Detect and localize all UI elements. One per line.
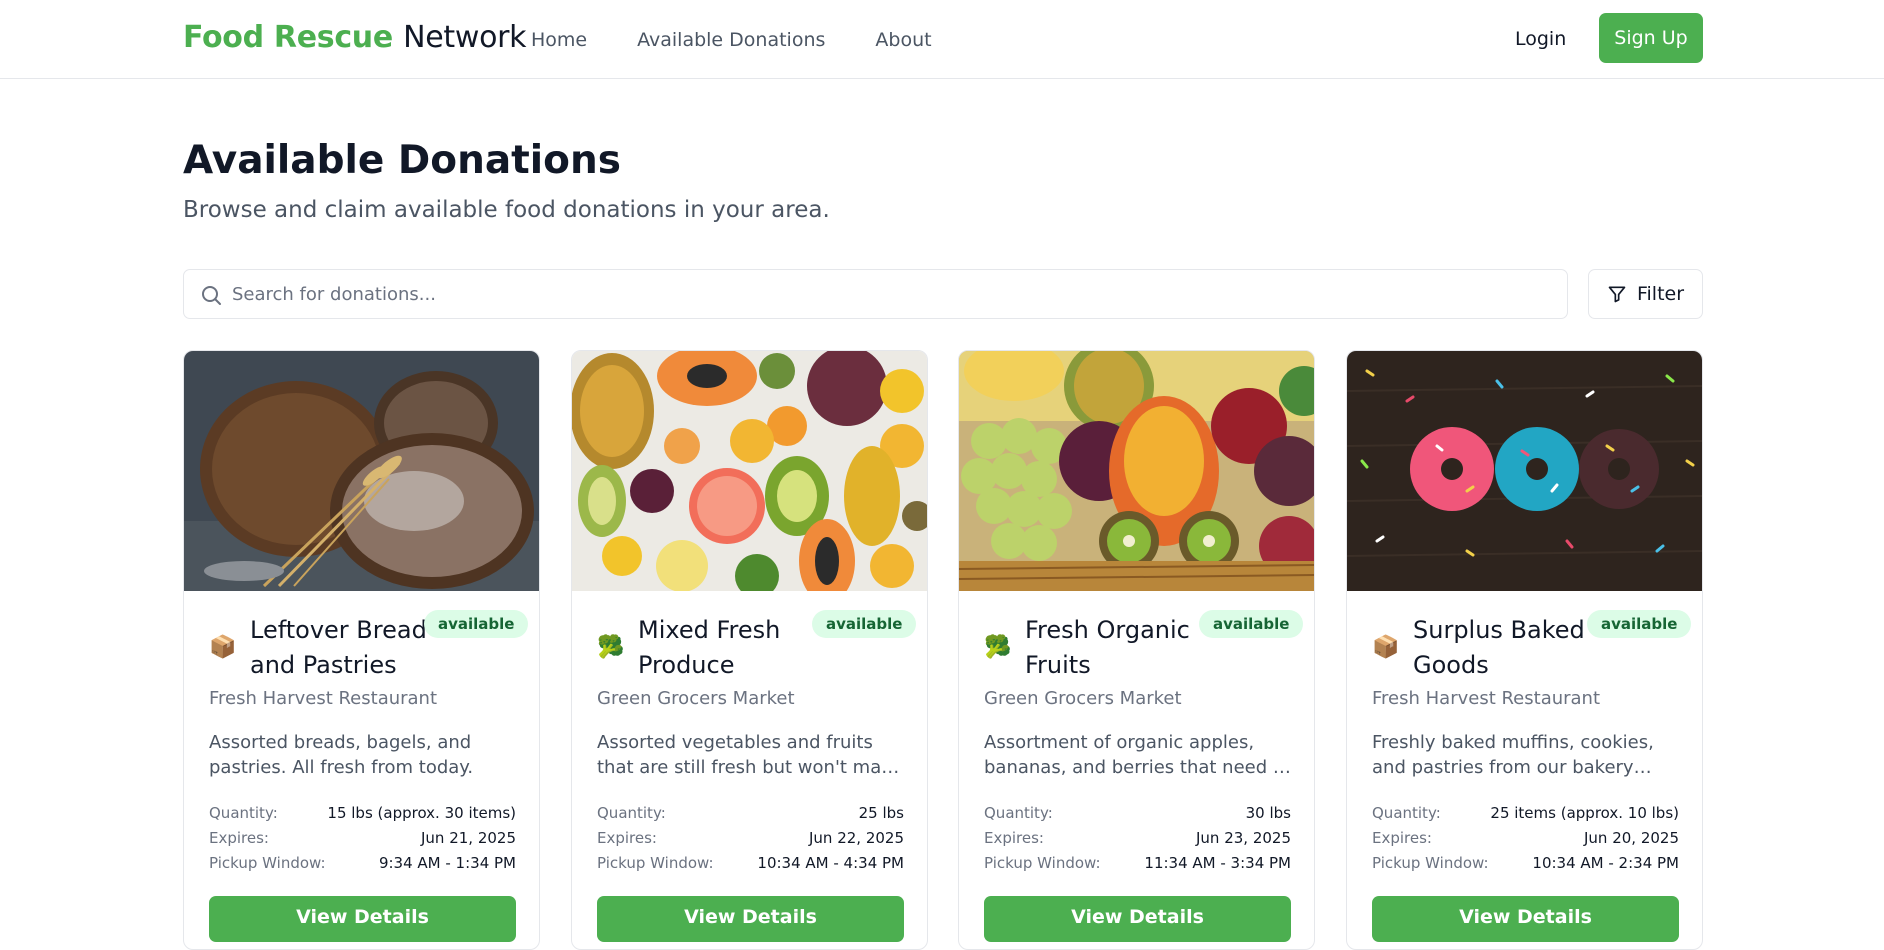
page-subtitle: Browse and claim available food donation… xyxy=(183,197,830,223)
quantity-row: Quantity: 25 items (approx. 10 lbs) xyxy=(1372,800,1679,825)
package-icon: 📦 xyxy=(209,635,237,660)
card-description: Assorted breads, bagels, and pastries. A… xyxy=(209,730,519,780)
view-details-button[interactable]: View Details xyxy=(209,896,516,942)
expires-value: Jun 20, 2025 xyxy=(1583,828,1679,847)
broccoli-icon: 🥦 xyxy=(984,635,1012,660)
donation-card[interactable]: 🥦 Fresh Organic Fruits available Green G… xyxy=(958,350,1315,950)
search-input[interactable] xyxy=(232,270,1552,318)
expires-row: Expires: Jun 23, 2025 xyxy=(984,825,1291,850)
page-title: Available Donations xyxy=(183,138,621,183)
card-description-text: Freshly baked muffins, cookies, and past… xyxy=(1372,732,1654,778)
pickup-value: 11:34 AM - 3:34 PM xyxy=(1144,853,1291,872)
expires-label: Expires: xyxy=(597,828,657,847)
status-badge: available xyxy=(812,610,917,638)
card-details: Quantity: 15 lbs (approx. 30 items) Expir… xyxy=(209,800,516,875)
filter-button[interactable]: Filter xyxy=(1588,269,1703,319)
card-description-text: Assorted breads, bagels, and pastries. A… xyxy=(209,732,474,778)
card-organization: Fresh Harvest Restaurant xyxy=(1372,688,1601,709)
card-details: Quantity: 25 items (approx. 10 lbs) Expir… xyxy=(1372,800,1679,875)
donation-card[interactable]: 🥦 Mixed Fresh Produce available Green Gr… xyxy=(571,350,928,950)
card-organization: Fresh Harvest Restaurant xyxy=(209,688,438,709)
expires-row: Expires: Jun 22, 2025 xyxy=(597,825,904,850)
pickup-value: 9:34 AM - 1:34 PM xyxy=(378,853,516,872)
nav-about[interactable]: About xyxy=(875,29,931,51)
quantity-value: 25 items (approx. 10 lbs) xyxy=(1490,803,1679,822)
expires-value: Jun 23, 2025 xyxy=(1195,828,1291,847)
pickup-value: 10:34 AM - 4:34 PM xyxy=(757,853,904,872)
expires-label: Expires: xyxy=(209,828,269,847)
card-description-text: Assortment of organic apples, bananas, a… xyxy=(984,732,1291,778)
search-icon xyxy=(202,286,221,305)
quantity-row: Quantity: 30 lbs xyxy=(984,800,1291,825)
quantity-label: Quantity: xyxy=(984,803,1053,822)
pickup-row: Pickup Window: 10:34 AM - 2:34 PM xyxy=(1372,850,1679,875)
donation-card[interactable]: 📦 Surplus Baked Goods available Fresh Ha… xyxy=(1346,350,1703,950)
package-icon: 📦 xyxy=(1372,635,1400,660)
quantity-value: 30 lbs xyxy=(1245,803,1291,822)
pickup-row: Pickup Window: 10:34 AM - 4:34 PM xyxy=(597,850,904,875)
card-title: Mixed Fresh Produce xyxy=(638,616,781,679)
view-details-button[interactable]: View Details xyxy=(1372,896,1679,942)
pickup-label: Pickup Window: xyxy=(597,853,714,872)
expires-row: Expires: Jun 21, 2025 xyxy=(209,825,516,850)
expires-label: Expires: xyxy=(984,828,1044,847)
status-badge: available xyxy=(424,610,529,638)
expires-value: Jun 21, 2025 xyxy=(420,828,516,847)
pickup-label: Pickup Window: xyxy=(209,853,326,872)
filter-icon xyxy=(1608,286,1626,303)
login-button[interactable]: Login xyxy=(1493,24,1588,54)
card-organization: Green Grocers Market xyxy=(597,688,795,709)
pickup-row: Pickup Window: 9:34 AM - 1:34 PM xyxy=(209,850,516,875)
brand-name-primary: Food Rescue xyxy=(183,20,393,55)
search-bar xyxy=(183,269,1568,319)
pickup-value: 10:34 AM - 2:34 PM xyxy=(1532,853,1679,872)
card-title: Surplus Baked Goods xyxy=(1413,616,1585,679)
signup-button[interactable]: Sign Up xyxy=(1599,13,1703,63)
bread-loaves-image xyxy=(184,351,539,591)
card-description-text: Assorted vegetables and fruits that are … xyxy=(597,732,903,778)
donuts-image xyxy=(1347,351,1702,591)
donation-card[interactable]: 📦 Leftover Bread and Pastries available … xyxy=(183,350,540,950)
filter-label: Filter xyxy=(1636,283,1685,305)
quantity-value: 15 lbs (approx. 30 items) xyxy=(327,803,516,822)
status-badge: available xyxy=(1587,610,1692,638)
card-description: Assorted vegetables and fruits that are … xyxy=(597,730,907,780)
card-description: Assortment of organic apples, bananas, a… xyxy=(984,730,1294,780)
nav-available-donations[interactable]: Available Donations xyxy=(637,29,825,51)
card-organization: Green Grocers Market xyxy=(984,688,1182,709)
brand-logo[interactable]: Food Rescue Network xyxy=(183,20,527,55)
status-badge: available xyxy=(1199,610,1304,638)
main-nav: Home Available Donations About xyxy=(531,29,982,51)
card-title: Fresh Organic Fruits xyxy=(1025,616,1190,679)
expires-label: Expires: xyxy=(1372,828,1432,847)
top-navbar: Food Rescue Network Home Available Donat… xyxy=(0,0,1884,79)
card-title: Leftover Bread and Pastries xyxy=(250,616,427,679)
quantity-label: Quantity: xyxy=(597,803,666,822)
quantity-value: 25 lbs xyxy=(858,803,904,822)
nav-home[interactable]: Home xyxy=(531,29,587,51)
expires-row: Expires: Jun 20, 2025 xyxy=(1372,825,1679,850)
card-details: Quantity: 25 lbs Expires: Jun 22, 2025 Pic… xyxy=(597,800,904,875)
card-details: Quantity: 30 lbs Expires: Jun 23, 2025 Pic… xyxy=(984,800,1291,875)
pickup-row: Pickup Window: 11:34 AM - 3:34 PM xyxy=(984,850,1291,875)
pickup-label: Pickup Window: xyxy=(984,853,1101,872)
view-details-button[interactable]: View Details xyxy=(597,896,904,942)
expires-value: Jun 22, 2025 xyxy=(808,828,904,847)
view-details-button[interactable]: View Details xyxy=(984,896,1291,942)
broccoli-icon: 🥦 xyxy=(597,635,625,660)
quantity-label: Quantity: xyxy=(209,803,278,822)
brand-name-secondary: Network xyxy=(403,20,527,55)
mixed-fruits-image xyxy=(572,351,927,591)
quantity-row: Quantity: 15 lbs (approx. 30 items) xyxy=(209,800,516,825)
quantity-label: Quantity: xyxy=(1372,803,1441,822)
card-description: Freshly baked muffins, cookies, and past… xyxy=(1372,730,1682,780)
pickup-label: Pickup Window: xyxy=(1372,853,1489,872)
quantity-row: Quantity: 25 lbs xyxy=(597,800,904,825)
fruit-basket-image xyxy=(959,351,1314,591)
